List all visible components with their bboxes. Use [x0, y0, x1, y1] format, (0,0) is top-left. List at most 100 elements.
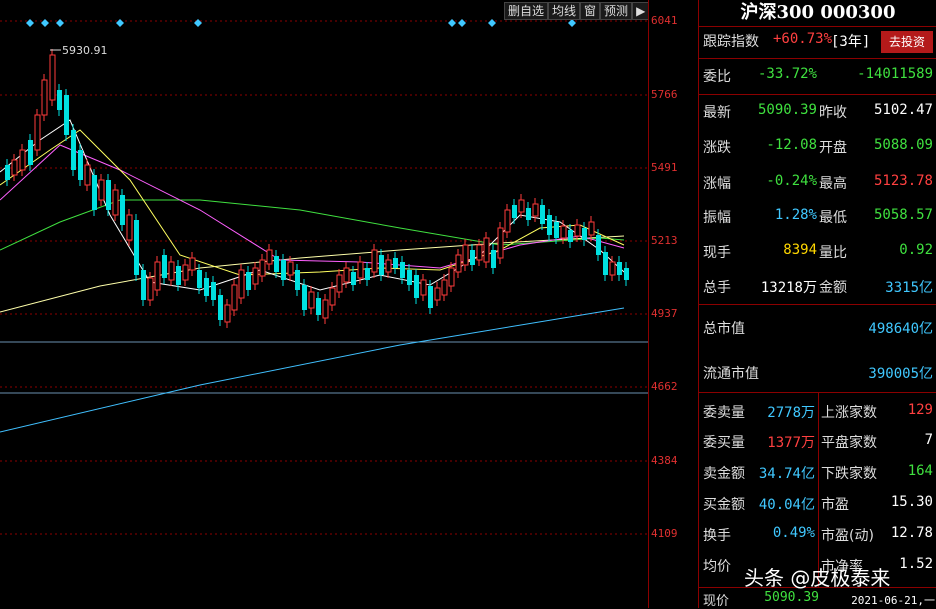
- float-value: 390005亿: [868, 366, 933, 382]
- kline-chart[interactable]: 5930.91: [0, 0, 648, 608]
- candle-body: [274, 256, 279, 272]
- candle-body: [624, 268, 629, 280]
- y-tick: 4937: [651, 307, 678, 320]
- candle-body: [281, 260, 286, 280]
- latest-value: 5090.39: [757, 102, 817, 118]
- change-label: 涨跌: [703, 140, 731, 156]
- change-value: -12.08: [766, 137, 817, 153]
- amount-label: 金额: [819, 280, 847, 296]
- candle-body: [414, 275, 419, 298]
- window-button[interactable]: 窗: [580, 2, 601, 20]
- weibi-row: 委比 -33.72% -14011589: [699, 66, 936, 94]
- open-label: 开盘: [819, 140, 847, 156]
- candle-body: [483, 237, 490, 263]
- pedyn-value: 12.78: [890, 525, 933, 541]
- candle-body: [64, 95, 69, 135]
- candle-body: [574, 224, 581, 237]
- turnover-value: 0.49%: [772, 525, 815, 541]
- candle-body: [385, 259, 392, 273]
- candle-body: [518, 199, 525, 213]
- event-marker-icon: [458, 19, 466, 27]
- invest-button[interactable]: 去投资: [881, 31, 933, 53]
- candle-body: [568, 230, 573, 242]
- mktcap-label: 总市值: [703, 321, 745, 337]
- amount-value: 3315亿: [885, 280, 933, 296]
- candle-body: [147, 277, 154, 301]
- candle-body: [547, 215, 552, 235]
- candle-body: [98, 179, 105, 201]
- candle-body: [259, 259, 266, 277]
- low-label: 最低: [819, 210, 847, 226]
- candle-body: [78, 150, 83, 180]
- candle-body: [588, 221, 595, 236]
- price-axis: 6041 5766 5491 5213 4937 4662 4384 4109: [648, 0, 699, 608]
- candle-body: [84, 164, 91, 186]
- candle-body: [154, 261, 161, 291]
- ma-lines-button[interactable]: 均线: [548, 2, 581, 20]
- curhand-value: 8394: [783, 242, 817, 258]
- y-tick: 5213: [651, 234, 678, 247]
- candle-body: [316, 298, 321, 315]
- candle-body: [189, 257, 196, 271]
- candle-body: [379, 255, 384, 275]
- candle-body: [497, 227, 504, 259]
- y-tick: 4662: [651, 380, 678, 393]
- pct-label: 涨幅: [703, 176, 731, 192]
- low-value: 5058.57: [873, 207, 933, 223]
- date-value: 2021-06-21,一: [851, 594, 935, 607]
- candle-body: [120, 195, 125, 225]
- mktcap-value: 498640亿: [868, 321, 933, 337]
- peak-price-label: 5930.91: [62, 44, 108, 57]
- candle-body: [49, 54, 56, 101]
- candle-body: [71, 130, 76, 170]
- event-marker-icon: [56, 19, 64, 27]
- candle-body: [407, 270, 412, 285]
- candle-body: [365, 268, 370, 280]
- curhand-label: 现手: [703, 245, 731, 261]
- event-marker-icon: [116, 19, 124, 27]
- prevclose-value: 5102.47: [873, 102, 933, 118]
- candle-body: [246, 272, 251, 290]
- candle-body: [351, 272, 356, 285]
- security-title: 沪深300 000300: [699, 0, 936, 27]
- candle-body: [218, 295, 223, 320]
- watermark-text: 头条 @皮极泰来: [744, 566, 891, 590]
- pe-label: 市盈: [821, 497, 849, 513]
- candle-body: [197, 270, 202, 288]
- candle-body: [532, 203, 539, 217]
- y-tick: 6041: [651, 14, 678, 27]
- candle-body: [357, 261, 364, 279]
- track-period: [3年]: [831, 34, 871, 50]
- turnover-label: 换手: [703, 528, 731, 544]
- up-label: 上涨家数: [821, 405, 877, 421]
- candle-body: [434, 287, 441, 301]
- candle-body: [491, 250, 496, 268]
- forecast-button[interactable]: 预测: [600, 2, 633, 20]
- candle-body: [336, 274, 343, 293]
- latest-label: 最新: [703, 105, 731, 121]
- candle-body: [329, 287, 336, 306]
- candle-body: [455, 254, 462, 273]
- candle-body: [28, 140, 33, 165]
- remove-watchlist-button[interactable]: 删自选: [504, 2, 549, 20]
- amp-value: 1.28%: [774, 207, 817, 223]
- candle-body: [554, 222, 559, 238]
- prevclose-label: 昨收: [819, 105, 847, 121]
- candle-body: [34, 114, 41, 151]
- event-marker-icon: [488, 19, 496, 27]
- arrow-right-icon[interactable]: ▶: [632, 2, 650, 20]
- avg-label: 均价: [703, 559, 731, 575]
- down-value: 164: [907, 463, 933, 479]
- pb-value: 1.52: [899, 556, 933, 572]
- candle-body: [126, 214, 133, 241]
- high-label: 最高: [819, 176, 847, 192]
- candle-body: [238, 269, 245, 299]
- y-tick: 4109: [651, 527, 678, 540]
- candle-body: [211, 282, 216, 300]
- candle-body: [512, 205, 517, 218]
- candle-body: [308, 291, 315, 309]
- event-marker-icon: [568, 19, 576, 27]
- candle-body: [176, 266, 181, 285]
- candle-body: [400, 262, 405, 278]
- candle-body: [322, 299, 329, 319]
